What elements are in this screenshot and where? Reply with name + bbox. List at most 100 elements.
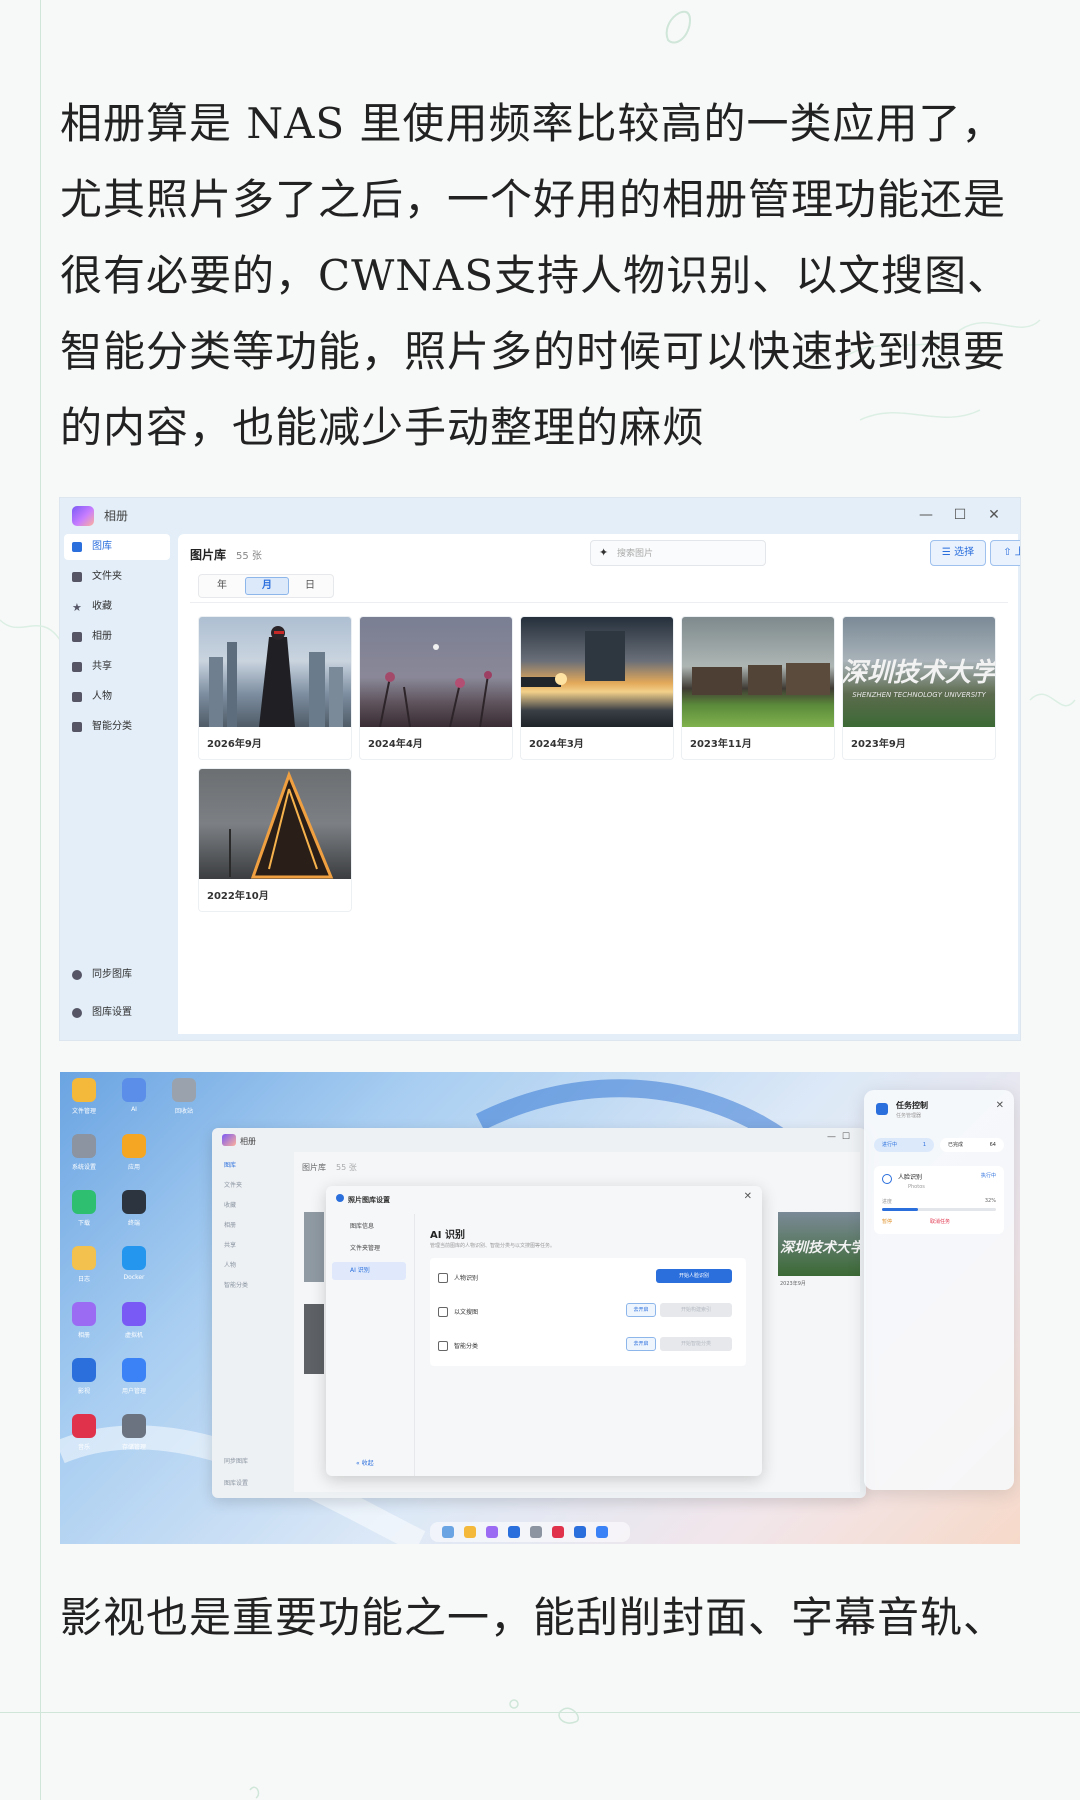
ai-row-face-recognition: 人物识别 开始人脸识别	[438, 1264, 738, 1290]
dock-app-icon[interactable]	[530, 1526, 542, 1538]
task-control-panel: 任务控制 任务管理器 ✕ 进行中 1 已完成 64 人脸识别 执行中 Photo…	[864, 1090, 1014, 1490]
sidebar-item-people[interactable]: 人物	[64, 684, 170, 710]
progress-track	[882, 1208, 996, 1211]
album-card[interactable]: 2026年9月	[198, 616, 352, 760]
desktop-icon[interactable]: 日志	[64, 1246, 104, 1296]
sidebar-item-favorites[interactable]: ★ 收藏	[64, 594, 170, 620]
desktop-icon-label: 系统设置	[71, 1164, 96, 1171]
dock-app-icon[interactable]	[464, 1526, 476, 1538]
desktop-icon[interactable]: 虚拟机	[114, 1302, 154, 1352]
sidebar-item-albums[interactable]: 相册	[64, 624, 170, 650]
sidebar-item[interactable]: 同步图库	[224, 1456, 248, 1465]
album-card[interactable]: 2024年3月	[520, 616, 674, 760]
dock-app-icon[interactable]	[442, 1526, 454, 1538]
tab-month[interactable]: 月	[245, 577, 289, 595]
desktop-icon[interactable]: AI	[114, 1078, 154, 1128]
desktop-icon[interactable]: Docker	[114, 1246, 154, 1296]
sync-library-button[interactable]: 同步图库	[64, 962, 170, 988]
album-card[interactable]: 2022年10月	[198, 768, 352, 912]
desktop-icon[interactable]: 终端	[114, 1190, 154, 1240]
tab-year[interactable]: 年	[201, 577, 243, 595]
task-name: 人脸识别	[898, 1174, 923, 1181]
album-card[interactable]: 深圳技术大学 SHENZHEN TECHNOLOGY UNIVERSITY 20…	[842, 616, 996, 760]
star-icon: ★	[72, 601, 82, 614]
desktop-icon[interactable]: 存储管理	[114, 1414, 154, 1464]
dock-app-icon[interactable]	[508, 1526, 520, 1538]
minimize-button[interactable]: —	[912, 502, 940, 528]
desktop-icon[interactable]: 用户管理	[114, 1358, 154, 1408]
sidebar-item[interactable]: 图库设置	[224, 1478, 248, 1487]
desktop-icon-label: 相册	[77, 1332, 90, 1339]
close-icon[interactable]: ✕	[996, 1100, 1004, 1111]
album-date: 2022年10月	[207, 891, 269, 902]
search-input[interactable]: ✦ 搜索图片	[590, 540, 766, 566]
tab-in-progress[interactable]: 进行中 1	[874, 1138, 934, 1152]
upload-button[interactable]: ⇧ 上传	[990, 540, 1020, 566]
minimize-button[interactable]: —	[827, 1132, 836, 1142]
sidebar-item[interactable]: 文件夹	[224, 1180, 242, 1189]
desktop-icon[interactable]: 回收站	[164, 1078, 204, 1128]
sidebar-item-shared[interactable]: 共享	[64, 654, 170, 680]
desktop-icon[interactable]: 影视	[64, 1358, 104, 1408]
app-icon	[122, 1134, 146, 1158]
maximize-button[interactable]: ☐	[842, 1132, 850, 1142]
build-index-button[interactable]: 开始构建索引	[660, 1303, 732, 1317]
photos-app-icon	[72, 506, 94, 526]
desktop-icon[interactable]: 下载	[64, 1190, 104, 1240]
enable-button[interactable]: 去开启	[626, 1337, 656, 1351]
sidebar-item[interactable]: 智能分类	[224, 1280, 248, 1289]
dock-app-icon[interactable]	[596, 1526, 608, 1538]
sidebar-item-folders[interactable]: 文件夹	[64, 564, 170, 590]
view-tabs: 年 月 日	[198, 574, 334, 598]
maximize-button[interactable]: ☐	[946, 502, 974, 528]
cancel-task-button[interactable]: 取消任务	[930, 1218, 950, 1225]
close-button[interactable]: ✕	[980, 502, 1008, 528]
gallery-icon	[72, 542, 82, 552]
desktop-icon[interactable]: 音乐	[64, 1414, 104, 1464]
enable-button[interactable]: 去开启	[626, 1303, 656, 1317]
start-face-recognition-button[interactable]: 开始人脸识别	[656, 1269, 732, 1283]
task-status: 执行中	[980, 1173, 996, 1179]
start-classify-button[interactable]: 开始智能分类	[660, 1337, 732, 1351]
desktop-icon[interactable]: 文件管理	[64, 1078, 104, 1128]
desktop-icon[interactable]: 系统设置	[64, 1134, 104, 1184]
sidebar-item[interactable]: 人物	[224, 1260, 236, 1269]
album-card[interactable]: 2024年4月	[359, 616, 513, 760]
benches-lawn-photo	[692, 663, 830, 695]
sidebar-item[interactable]: 共享	[224, 1240, 236, 1249]
library-settings-button[interactable]: 图库设置	[64, 1000, 170, 1026]
task-icon	[876, 1103, 888, 1115]
select-button[interactable]: ☰ 选择	[930, 540, 986, 566]
dock-app-icon[interactable]	[574, 1526, 586, 1538]
search-placeholder: 搜索图片	[617, 549, 654, 559]
sidebar-item[interactable]: 收藏	[224, 1200, 236, 1209]
dialog-nav-library-info[interactable]: 图库信息	[332, 1218, 406, 1236]
album-card[interactable]: 2023年11月	[681, 616, 835, 760]
dialog-nav-ai-recognition[interactable]: AI 识别	[332, 1262, 406, 1280]
sunset-building-photo	[521, 631, 625, 687]
collapse-button[interactable]: « 收起	[356, 1458, 374, 1467]
desktop-icon[interactable]: 相册	[64, 1302, 104, 1352]
window-title: 相册	[240, 1137, 256, 1146]
task-panel-subtitle: 任务管理器	[896, 1113, 922, 1119]
album-thumbnail	[304, 1304, 324, 1374]
photo-app-window: 相册 — ☐ ✕ 图库 文件夹 ★ 收藏 相册 共享 人物 智能分类 同步图库 …	[60, 498, 1020, 1040]
sidebar-item[interactable]: 图库	[224, 1160, 236, 1169]
close-icon[interactable]: ✕	[744, 1191, 752, 1202]
desktop-icon-label: 下载	[77, 1220, 90, 1227]
sidebar-item-smart-categories[interactable]: 智能分类	[64, 714, 170, 740]
classify-icon	[438, 1341, 448, 1351]
sidebar-item-gallery[interactable]: 图库	[64, 534, 170, 560]
desktop-icon[interactable]: 应用	[114, 1134, 154, 1184]
pause-button[interactable]: 暂停	[882, 1218, 892, 1225]
app-icon	[72, 1302, 96, 1326]
dock-app-icon[interactable]	[552, 1526, 564, 1538]
sidebar-item[interactable]: 相册	[224, 1220, 236, 1229]
tab-completed[interactable]: 已完成 64	[940, 1138, 1004, 1152]
window-sidebar: 图库 文件夹 收藏 相册 共享 人物 智能分类 同步图库 图库设置	[212, 1152, 292, 1498]
dock-app-icon[interactable]	[486, 1526, 498, 1538]
dialog-nav-folder-management[interactable]: 文件夹管理	[332, 1240, 406, 1258]
desktop-icon-label: 终端	[127, 1220, 140, 1227]
tab-day[interactable]: 日	[289, 577, 331, 595]
settings-icon	[336, 1194, 344, 1202]
